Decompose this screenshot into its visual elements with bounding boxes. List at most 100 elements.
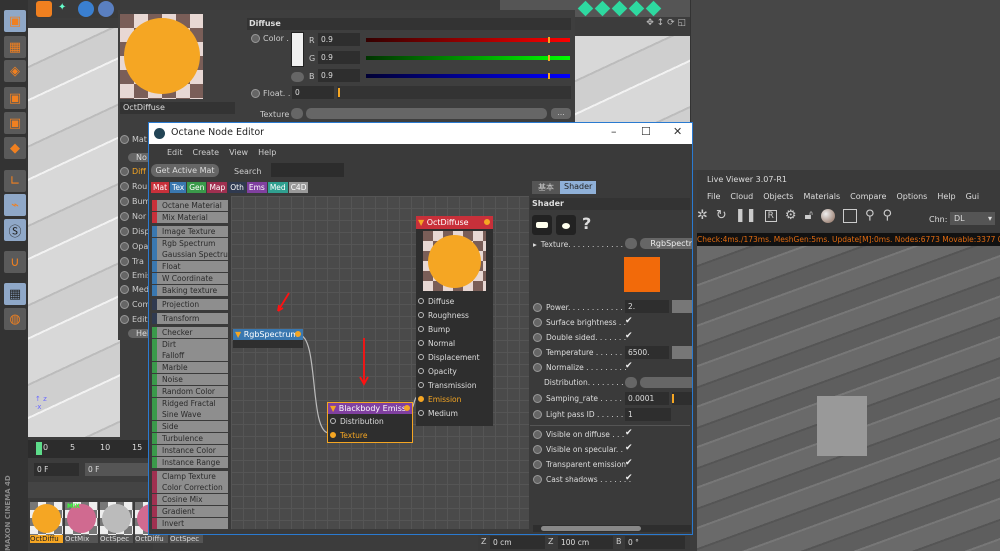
z-position-field[interactable]: 0 cm — [490, 536, 545, 549]
menu-options[interactable]: Options — [896, 192, 927, 201]
node-rgbspectrum[interactable]: ▼ RgbSpectrum — [233, 329, 303, 348]
material-ball-icon[interactable] — [820, 208, 835, 223]
r-field[interactable]: 0.9 — [318, 33, 360, 46]
light-pass-id-field[interactable]: 1 — [625, 408, 671, 421]
animate-radio[interactable] — [120, 212, 129, 221]
keyframe-icon[interactable] — [628, 0, 645, 17]
port-bump[interactable]: Bump — [418, 322, 493, 336]
channel-diff[interactable]: Diff — [120, 167, 146, 176]
channel-nor[interactable]: Nor — [120, 212, 146, 221]
channel-mat[interactable]: Mat — [120, 135, 147, 144]
channel-tra[interactable]: Tra — [120, 257, 144, 266]
ies-icon[interactable] — [556, 215, 576, 235]
g-slider[interactable] — [366, 55, 570, 61]
texture-expand-button[interactable] — [625, 238, 637, 249]
menu-materials[interactable]: Materials — [803, 192, 840, 201]
port-roughness[interactable]: Roughness — [418, 308, 493, 322]
cast-shadows-checkbox[interactable]: ✔ — [625, 473, 633, 483]
distribution-expand-button[interactable] — [625, 377, 637, 388]
float-slider[interactable] — [337, 86, 571, 99]
port-distribution[interactable]: Distribution — [330, 414, 412, 428]
animate-radio[interactable] — [251, 34, 260, 43]
port-socket[interactable] — [418, 340, 424, 346]
render-view[interactable] — [697, 246, 1000, 551]
texture-expand-button[interactable] — [291, 108, 303, 119]
menu-compare[interactable]: Compare — [850, 192, 886, 201]
tab-shader[interactable]: Shader — [560, 181, 597, 194]
port-normal[interactable]: Normal — [418, 336, 493, 350]
points-mode-icon[interactable]: ▣ — [4, 87, 26, 109]
animate-radio[interactable] — [120, 242, 129, 251]
sampling-rate-field[interactable]: 0.0001 — [625, 392, 669, 405]
refresh-icon[interactable]: ↻ — [716, 208, 727, 223]
port-transmission[interactable]: Transmission — [418, 378, 493, 392]
surface-brightness-checkbox[interactable]: ✔ — [625, 316, 633, 326]
animate-radio[interactable] — [120, 197, 129, 206]
texture-color-swatch[interactable] — [624, 257, 660, 292]
port-socket[interactable] — [418, 382, 424, 388]
menu-file[interactable]: File — [707, 192, 720, 201]
color-expand-button[interactable] — [291, 72, 304, 82]
magnet-icon[interactable]: ∪ — [4, 251, 26, 273]
temperature-slider[interactable] — [672, 346, 692, 359]
channel-opa[interactable]: Opa — [120, 242, 148, 251]
power-field[interactable]: 2. — [625, 300, 669, 313]
horizontal-scrollbar[interactable] — [533, 525, 691, 532]
port-diffuse[interactable]: Diffuse — [418, 294, 493, 308]
keyframe-icon[interactable] — [577, 0, 594, 17]
deformer-icon[interactable] — [98, 1, 114, 17]
animate-radio[interactable] — [120, 227, 129, 236]
animate-radio[interactable] — [533, 303, 542, 312]
pause-icon[interactable]: ❚❚ — [735, 208, 757, 223]
help-icon[interactable]: ? — [582, 214, 591, 233]
z-size-field[interactable]: 100 cm — [558, 536, 613, 549]
channel-edit[interactable]: Edit — [120, 315, 148, 324]
animate-radio[interactable] — [533, 363, 542, 372]
tweak-mouse-icon[interactable]: ⌁ — [4, 194, 26, 216]
expand-arrow-icon[interactable]: ▸ — [533, 240, 537, 249]
port-socket[interactable] — [418, 354, 424, 360]
material-thumbnail[interactable]: OctSpec — [100, 502, 133, 547]
spline-icon[interactable]: ✦ — [58, 2, 72, 16]
region-icon[interactable] — [842, 208, 857, 223]
port-socket[interactable] — [418, 298, 424, 304]
b-rotation-field[interactable]: 0 ° — [625, 536, 685, 549]
float-field[interactable]: 0 — [292, 86, 334, 99]
r-slider[interactable] — [366, 37, 570, 43]
playhead[interactable] — [36, 442, 42, 455]
menu-gui[interactable]: Gui — [966, 192, 980, 201]
animate-radio[interactable] — [120, 315, 129, 324]
channel-com[interactable]: Com — [120, 300, 150, 309]
emission-preview-icon[interactable] — [532, 215, 552, 235]
color-swatch[interactable] — [291, 32, 304, 67]
animate-radio[interactable] — [120, 257, 129, 266]
animate-radio[interactable] — [533, 475, 542, 484]
tab-basic[interactable]: 基本 — [532, 181, 560, 194]
power-slider[interactable] — [672, 300, 692, 313]
temperature-field[interactable]: 6500. — [625, 346, 669, 359]
animate-radio[interactable] — [120, 135, 129, 144]
port-opacity[interactable]: Opacity — [418, 364, 493, 378]
visible-diffuse-checkbox[interactable]: ✔ — [625, 428, 633, 438]
b-slider[interactable] — [366, 73, 570, 79]
channel-select[interactable]: DL ▾ — [950, 212, 995, 225]
node-octdiffuse[interactable]: ▼ OctDiffuse Diffuse Roughness Bump Normal D… — [416, 216, 493, 426]
workplane-icon[interactable]: ◈ — [4, 60, 26, 82]
channel-med[interactable]: Med — [120, 285, 149, 294]
distribution-slot[interactable] — [640, 377, 692, 388]
polygons-mode-icon[interactable]: ◆ — [4, 137, 26, 159]
restart-icon[interactable]: ✲ — [697, 208, 708, 223]
menu-objects[interactable]: Objects — [763, 192, 793, 201]
settings-gear-icon[interactable]: ⚙ — [785, 208, 797, 223]
animate-radio[interactable] — [120, 300, 129, 309]
output-port[interactable] — [484, 219, 490, 225]
move-tool-icon[interactable] — [36, 1, 52, 17]
lock-workplane-icon[interactable]: ▦ — [4, 283, 26, 305]
collapse-icon[interactable]: ▼ — [235, 330, 241, 339]
transparent-emission-checkbox[interactable]: ✔ — [625, 458, 633, 468]
animate-radio[interactable] — [533, 430, 542, 439]
animate-radio[interactable] — [120, 285, 129, 294]
port-socket[interactable] — [418, 368, 424, 374]
port-socket[interactable] — [418, 396, 424, 402]
output-port[interactable] — [295, 331, 301, 337]
